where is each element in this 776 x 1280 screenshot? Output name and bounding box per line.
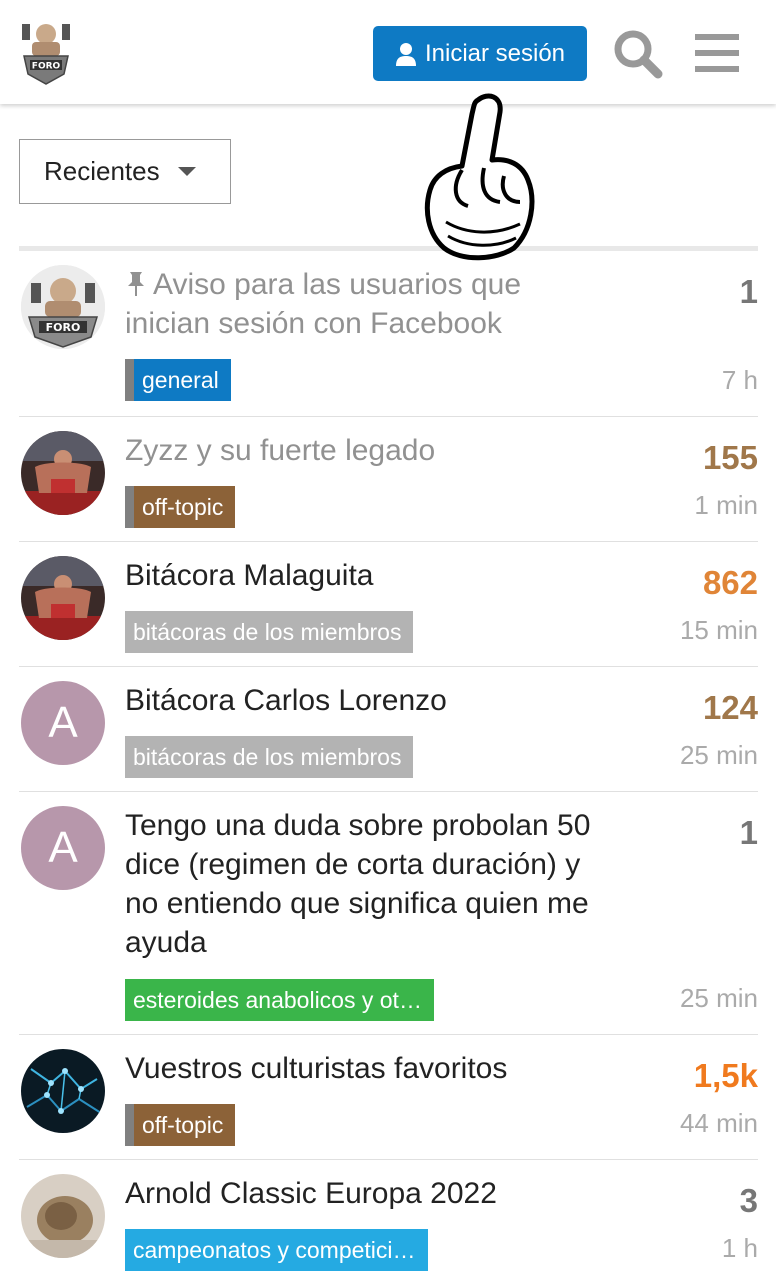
topic-row[interactable]: FORO Aviso para las usuarios que inician… <box>19 251 758 417</box>
filter-dropdown[interactable]: Recientes <box>19 139 231 204</box>
login-button[interactable]: Iniciar sesión <box>373 26 587 81</box>
avatar[interactable] <box>21 1174 105 1258</box>
activity-age[interactable]: 1 h <box>722 1233 758 1264</box>
topic-row[interactable]: A Tengo una duda sobre probolan 50 dice … <box>19 792 758 1035</box>
topic-title-link[interactable]: Bitácora Malaguita <box>125 556 605 595</box>
login-label: Iniciar sesión <box>424 39 566 67</box>
site-logo[interactable]: FORO <box>18 16 74 86</box>
avatar[interactable] <box>21 431 105 515</box>
svg-text:FORO: FORO <box>46 321 81 334</box>
activity-age[interactable]: 15 min <box>680 615 758 646</box>
category-badge[interactable]: off-topic <box>125 486 236 528</box>
pin-icon <box>125 267 147 296</box>
category-badge[interactable]: general <box>125 359 231 401</box>
topic-title-link[interactable]: Tengo una duda sobre probolan 50 dice (r… <box>125 806 595 962</box>
reply-count[interactable]: 1 <box>740 814 758 852</box>
avatar[interactable] <box>21 556 105 640</box>
category-badge[interactable]: campeonatos y competici… <box>125 1229 428 1271</box>
topic-title-link[interactable]: Vuestros culturistas favoritos <box>125 1049 605 1088</box>
topic-row[interactable]: Zyzz y su fuerte legado off-topic 155 1 … <box>19 417 758 542</box>
svg-text:FORO: FORO <box>32 62 61 72</box>
caret-down-icon <box>177 167 196 176</box>
category-badge[interactable]: bitácoras de los miembros <box>125 611 414 653</box>
site-header: FORO Iniciar sesión <box>0 0 776 104</box>
topic-row[interactable]: Bitácora Malaguita bitácoras de los miem… <box>19 542 758 667</box>
activity-age[interactable]: 25 min <box>680 983 758 1014</box>
category-badge[interactable]: off-topic <box>125 1104 236 1146</box>
activity-age[interactable]: 1 min <box>694 490 758 521</box>
topic-title-link[interactable]: Bitácora Carlos Lorenzo <box>125 681 605 720</box>
hamburger-menu-icon[interactable] <box>693 30 741 78</box>
activity-age[interactable]: 7 h <box>722 365 758 396</box>
topic-title-link[interactable]: Zyzz y su fuerte legado <box>125 431 605 470</box>
avatar[interactable]: A <box>21 806 105 890</box>
avatar[interactable] <box>21 1049 105 1133</box>
category-badge[interactable]: esteroides anabolicos y ot… <box>125 979 434 1021</box>
user-icon <box>395 42 417 66</box>
avatar[interactable]: FORO <box>21 265 105 349</box>
reply-count[interactable]: 155 <box>703 439 758 477</box>
avatar[interactable]: A <box>21 681 105 765</box>
reply-count[interactable]: 862 <box>703 564 758 602</box>
topic-row[interactable]: A Bitácora Carlos Lorenzo bitácoras de l… <box>19 667 758 792</box>
activity-age[interactable]: 44 min <box>680 1108 758 1139</box>
category-badge[interactable]: bitácoras de los miembros <box>125 736 414 778</box>
activity-age[interactable]: 25 min <box>680 740 758 771</box>
topic-row[interactable]: Vuestros culturistas favoritos off-topic… <box>19 1035 758 1160</box>
topic-title-link[interactable]: Aviso para las usuarios que inician sesi… <box>125 265 605 343</box>
search-icon[interactable] <box>610 26 666 82</box>
filter-label: Recientes <box>44 156 160 186</box>
reply-count[interactable]: 1 <box>740 273 758 311</box>
reply-count[interactable]: 3 <box>740 1182 758 1220</box>
topic-title-link[interactable]: Arnold Classic Europa 2022 <box>125 1174 605 1213</box>
reply-count[interactable]: 124 <box>703 689 758 727</box>
reply-count[interactable]: 1,5k <box>694 1057 758 1095</box>
hand-pointer-icon <box>422 90 538 262</box>
topic-row[interactable]: Arnold Classic Europa 2022 campeonatos y… <box>19 1160 758 1280</box>
